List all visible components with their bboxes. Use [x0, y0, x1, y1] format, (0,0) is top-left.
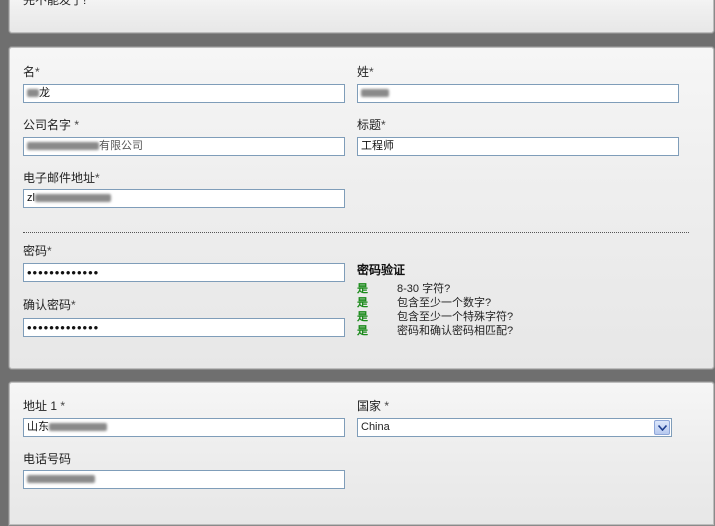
first-name-field[interactable]: 龙: [23, 84, 345, 103]
chevron-down-icon[interactable]: [654, 420, 670, 435]
redacted-text: [27, 475, 95, 484]
email-label: 电子邮件地址*: [23, 171, 100, 185]
address1-label: 地址 1 *: [23, 399, 66, 413]
redacted-text: [34, 194, 111, 203]
title-label: 标题*: [357, 118, 386, 132]
redacted-text: [361, 89, 389, 98]
title-field[interactable]: 工程师: [357, 137, 679, 156]
company-field[interactable]: 有限公司: [23, 137, 345, 156]
section-divider: [23, 232, 689, 233]
account-panel: 名* 龙 姓* 公司名字 * 有限公司 标题* 工程师 电子邮件地址* zl 密…: [8, 46, 715, 370]
country-select[interactable]: China: [357, 418, 672, 437]
last-name-field[interactable]: [357, 84, 679, 103]
top-panel: 完不能发了!: [8, 0, 715, 34]
redacted-text: [27, 142, 99, 151]
phone-label: 电话号码: [23, 452, 72, 466]
email-field[interactable]: zl: [23, 189, 345, 208]
country-label: 国家 *: [357, 399, 390, 413]
contact-panel: 地址 1 * 山东 国家 * China 电话号码: [8, 381, 715, 526]
password-label: 密码*: [23, 244, 52, 258]
redacted-text: [49, 423, 107, 432]
confirm-password-label: 确认密码*: [23, 298, 76, 312]
password-field[interactable]: •••••••••••••: [23, 263, 345, 282]
phone-field[interactable]: [23, 470, 345, 489]
validation-row: 是密码和确认密码相匹配?: [357, 322, 513, 338]
confirm-password-field[interactable]: •••••••••••••: [23, 318, 345, 337]
top-panel-text: 完不能发了!: [23, 0, 87, 7]
redacted-text: [27, 89, 39, 98]
last-name-label: 姓*: [357, 65, 374, 79]
first-name-label: 名*: [23, 65, 40, 79]
address1-field[interactable]: 山东: [23, 418, 345, 437]
password-validation-title: 密码验证: [357, 263, 406, 277]
validation-status: 是: [357, 325, 368, 337]
company-label: 公司名字 *: [23, 118, 80, 132]
